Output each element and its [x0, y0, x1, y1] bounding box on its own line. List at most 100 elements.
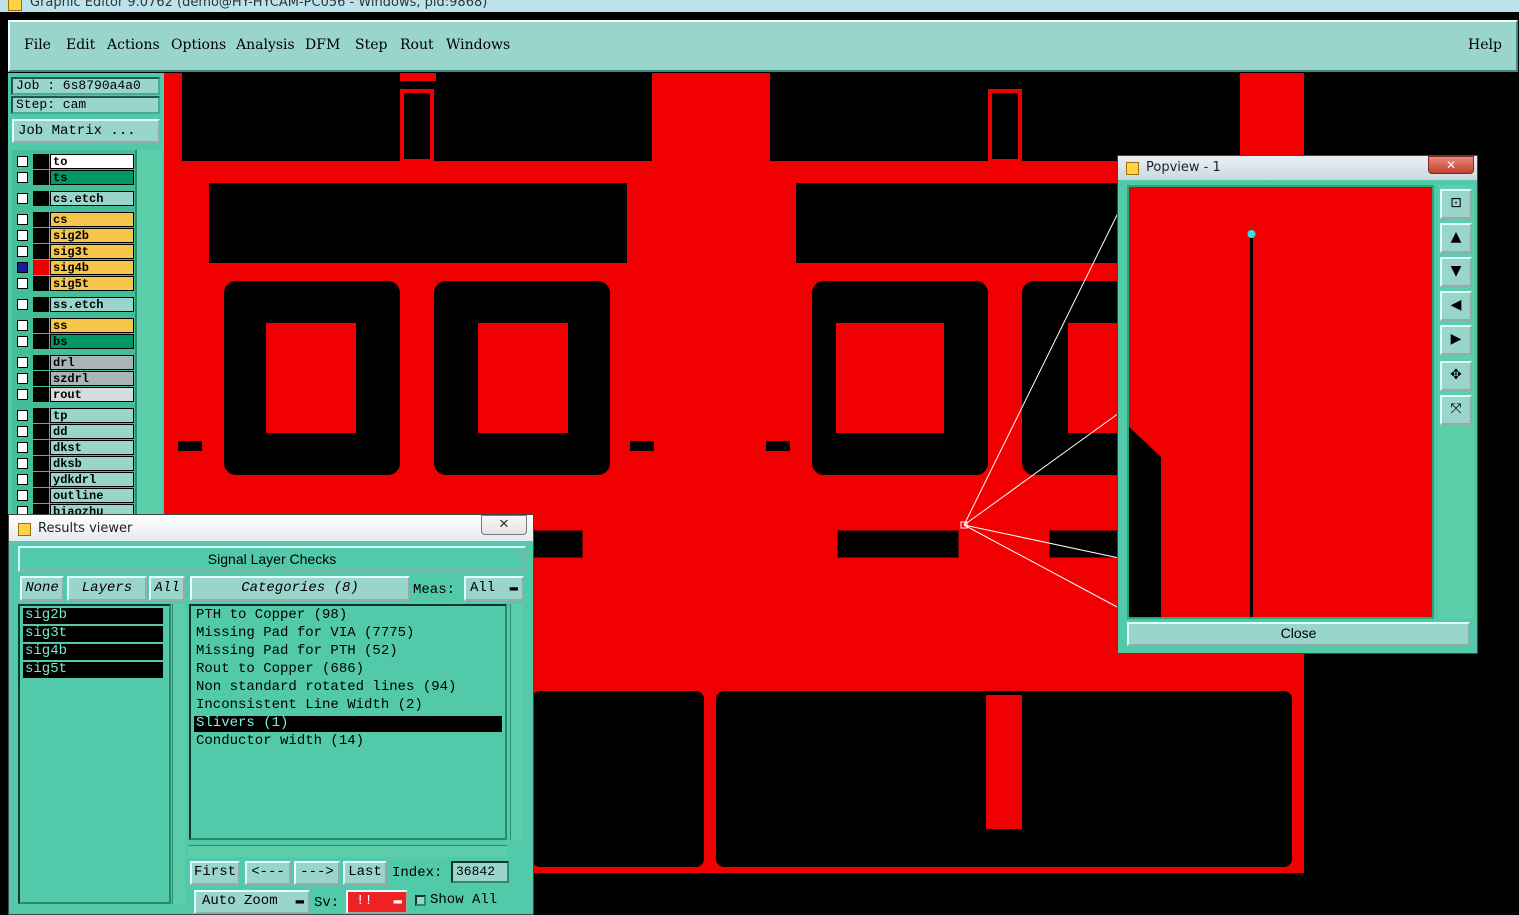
- layer-color-swatch[interactable]: [33, 276, 49, 291]
- layer-color-swatch[interactable]: [33, 472, 49, 487]
- layer-name[interactable]: bs: [50, 334, 134, 349]
- layer-color-swatch[interactable]: [33, 212, 49, 227]
- layer-name[interactable]: cs.etch: [50, 191, 134, 206]
- popview-close-icon[interactable]: ✕: [1428, 156, 1474, 174]
- layer-row[interactable]: sig3t: [14, 244, 134, 259]
- layer-row[interactable]: sig5t: [14, 276, 134, 291]
- layer-row[interactable]: cs: [14, 212, 134, 227]
- layer-checkbox[interactable]: [17, 230, 28, 241]
- layer-name[interactable]: to: [50, 154, 134, 169]
- category-item[interactable]: Conductor width (14): [194, 734, 502, 750]
- layer-row[interactable]: dkst: [14, 440, 134, 455]
- category-item[interactable]: Missing Pad for PTH (52): [194, 644, 502, 660]
- layer-name[interactable]: ts: [50, 170, 134, 185]
- layer-color-swatch[interactable]: [33, 334, 49, 349]
- layer-row[interactable]: dd: [14, 424, 134, 439]
- layer-color-swatch[interactable]: [33, 244, 49, 259]
- layer-checkbox[interactable]: [17, 458, 28, 469]
- layer-row[interactable]: bs: [14, 334, 134, 349]
- layer-name[interactable]: dksb: [50, 456, 134, 471]
- results-viewer-title-bar[interactable]: Results viewer ✕: [9, 515, 533, 541]
- layer-checkbox[interactable]: [17, 299, 28, 310]
- categories-listbox[interactable]: PTH to Copper (98) Missing Pad for VIA (7…: [189, 604, 507, 840]
- results-layer-item[interactable]: sig5t: [23, 662, 163, 678]
- meas-dropdown[interactable]: All ▬: [464, 576, 524, 601]
- layers-list-scrollbar[interactable]: [172, 604, 185, 904]
- layer-row[interactable]: rout: [14, 387, 134, 402]
- layer-checkbox[interactable]: [17, 410, 28, 421]
- layer-color-swatch[interactable]: [33, 371, 49, 386]
- category-item[interactable]: Inconsistent Line Width (2): [194, 698, 502, 714]
- sv-dropdown[interactable]: !! ▬: [346, 890, 408, 914]
- layer-checkbox[interactable]: [17, 336, 28, 347]
- layer-color-swatch[interactable]: [33, 154, 49, 169]
- layer-checkbox[interactable]: [17, 389, 28, 400]
- layer-color-swatch[interactable]: [33, 424, 49, 439]
- layer-color-swatch[interactable]: [33, 408, 49, 423]
- layer-color-swatch[interactable]: [33, 456, 49, 471]
- category-item[interactable]: Rout to Copper (686): [194, 662, 502, 678]
- menu-analysis[interactable]: Analysis: [236, 37, 295, 53]
- popview-title-bar[interactable]: Popview - 1 ✕: [1118, 156, 1477, 180]
- layer-color-swatch[interactable]: [33, 260, 49, 275]
- layer-color-swatch[interactable]: [33, 318, 49, 333]
- layer-color-swatch[interactable]: [33, 170, 49, 185]
- pan-left-icon[interactable]: ◀: [1440, 291, 1472, 321]
- zoom-in-icon[interactable]: ✥: [1440, 361, 1472, 391]
- category-item[interactable]: Non standard rotated lines (94): [194, 680, 502, 696]
- popview-close-button[interactable]: Close: [1127, 622, 1470, 646]
- layer-row[interactable]: ss.etch: [14, 297, 134, 312]
- layer-row[interactable]: ts: [14, 170, 134, 185]
- layer-color-swatch[interactable]: [33, 355, 49, 370]
- menu-actions[interactable]: Actions: [107, 37, 160, 53]
- layer-name[interactable]: sig5t: [50, 276, 134, 291]
- pan-up-icon[interactable]: ▲: [1440, 223, 1472, 253]
- layer-checkbox[interactable]: [17, 490, 28, 501]
- layer-name[interactable]: sig2b: [50, 228, 134, 243]
- next-button[interactable]: --->: [294, 861, 340, 885]
- layer-row[interactable]: ydkdrl: [14, 472, 134, 487]
- prev-button[interactable]: <---: [245, 861, 291, 885]
- none-button[interactable]: None: [20, 576, 64, 601]
- categories-vscrollbar[interactable]: [510, 604, 523, 840]
- layer-color-swatch[interactable]: [33, 228, 49, 243]
- layer-row[interactable]: to: [14, 154, 134, 169]
- layer-row[interactable]: cs.etch: [14, 191, 134, 206]
- layer-checkbox[interactable]: [17, 474, 28, 485]
- layers-listbox[interactable]: sig2b sig3t sig4b sig5t: [18, 604, 171, 904]
- layer-checkbox[interactable]: [17, 193, 28, 204]
- category-item[interactable]: Missing Pad for VIA (7775): [194, 626, 502, 642]
- categories-hscrollbar[interactable]: [189, 845, 507, 857]
- layer-checkbox[interactable]: [17, 426, 28, 437]
- layer-checkbox[interactable]: [17, 262, 28, 273]
- job-matrix-button[interactable]: Job Matrix ...: [12, 119, 160, 143]
- menu-file[interactable]: File: [24, 37, 51, 53]
- popview-canvas[interactable]: [1127, 185, 1434, 619]
- layer-checkbox[interactable]: [17, 172, 28, 183]
- layer-color-swatch[interactable]: [33, 387, 49, 402]
- results-layer-item[interactable]: sig2b: [23, 608, 163, 624]
- layer-row[interactable]: drl: [14, 355, 134, 370]
- layer-color-swatch[interactable]: [33, 440, 49, 455]
- layer-name[interactable]: ydkdrl: [50, 472, 134, 487]
- layer-checkbox[interactable]: [17, 278, 28, 289]
- layer-checkbox[interactable]: [17, 156, 28, 167]
- layer-row[interactable]: ss: [14, 318, 134, 333]
- layer-row[interactable]: dksb: [14, 456, 134, 471]
- menu-dfm[interactable]: DFM: [305, 37, 340, 53]
- category-item[interactable]: PTH to Copper (98): [194, 608, 502, 624]
- show-all-checkbox[interactable]: [415, 895, 426, 906]
- layer-checkbox[interactable]: [17, 442, 28, 453]
- layer-list-scrollbar[interactable]: [135, 150, 162, 530]
- pan-right-icon[interactable]: ▶: [1440, 325, 1472, 355]
- zoom-out-icon[interactable]: ⤧: [1440, 395, 1472, 425]
- layer-color-swatch[interactable]: [33, 488, 49, 503]
- layer-checkbox[interactable]: [17, 320, 28, 331]
- layer-name[interactable]: sig3t: [50, 244, 134, 259]
- menu-windows[interactable]: Windows: [446, 37, 510, 53]
- layer-name[interactable]: rout: [50, 387, 134, 402]
- category-item[interactable]: Slivers (1): [194, 716, 502, 732]
- menu-step[interactable]: Step: [355, 37, 387, 53]
- layer-row[interactable]: szdrl: [14, 371, 134, 386]
- layer-name[interactable]: ss.etch: [50, 297, 134, 312]
